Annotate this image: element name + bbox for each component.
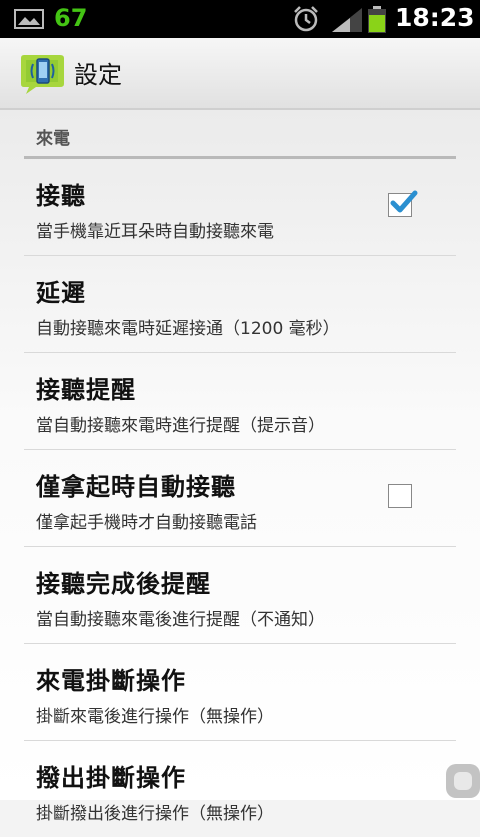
pref-summary: 掛斷來電後進行操作（無操作）: [36, 707, 274, 727]
image-icon: [14, 9, 44, 29]
pref-pickup-only[interactable]: 僅拿起時自動接聽 僅拿起手機時才自動接聽電話: [24, 450, 456, 547]
battery-icon: [368, 6, 386, 33]
pref-summary: 當手機靠近耳朵時自動接聽來電: [36, 222, 274, 242]
category-label: 來電: [36, 129, 70, 149]
action-bar: 設定: [0, 38, 480, 110]
app-phone-icon[interactable]: [18, 54, 66, 94]
pref-answer-reminder[interactable]: 接聽提醒 當自動接聽來電時進行提醒（提示音）: [24, 353, 456, 450]
status-time: 18:23: [395, 3, 475, 32]
floating-button-inner: [454, 772, 472, 790]
pref-title: 延遲: [36, 279, 86, 307]
pref-title: 撥出掛斷操作: [36, 764, 186, 792]
pref-after-answer-reminder[interactable]: 接聽完成後提醒 當自動接聽來電後進行提醒（不通知）: [24, 547, 456, 644]
alarm-icon: [294, 6, 318, 32]
pref-summary: 自動接聽來電時延遲接通（1200 毫秒）: [36, 319, 340, 339]
page-title: 設定: [74, 61, 122, 89]
status-bar: 67 18:23: [0, 0, 480, 38]
category-header: 來電: [24, 124, 456, 159]
pref-title: 來電掛斷操作: [36, 667, 186, 695]
signal-icon: [332, 8, 362, 32]
pref-title: 僅拿起時自動接聽: [36, 473, 236, 501]
settings-list: 來電 接聽 當手機靠近耳朵時自動接聽來電 延遲 自動接聽來電時延遲接通（1200…: [0, 110, 480, 824]
pref-delay[interactable]: 延遲 自動接聽來電時延遲接通（1200 毫秒）: [24, 256, 456, 353]
pref-summary: 當自動接聽來電後進行提醒（不通知）: [36, 610, 325, 630]
notification-count: 67: [54, 4, 88, 32]
pref-answer[interactable]: 接聽 當手機靠近耳朵時自動接聽來電: [24, 159, 456, 256]
checkmark-icon: [390, 190, 418, 213]
pref-title: 接聽完成後提醒: [36, 570, 211, 598]
pref-summary: 僅拿起手機時才自動接聽電話: [36, 513, 257, 533]
answer-checkbox[interactable]: [388, 190, 418, 217]
pickup-only-checkbox[interactable]: [388, 484, 412, 508]
floating-assist-button[interactable]: [446, 764, 480, 798]
pref-outgoing-hangup[interactable]: 撥出掛斷操作 掛斷撥出後進行操作（無操作）: [24, 741, 456, 837]
pref-title: 接聽提醒: [36, 376, 136, 404]
pref-title: 接聽: [36, 182, 86, 210]
pref-summary: 當自動接聽來電時進行提醒（提示音）: [36, 416, 325, 436]
pref-incoming-hangup[interactable]: 來電掛斷操作 掛斷來電後進行操作（無操作）: [24, 644, 456, 741]
pref-summary: 掛斷撥出後進行操作（無操作）: [36, 804, 274, 824]
